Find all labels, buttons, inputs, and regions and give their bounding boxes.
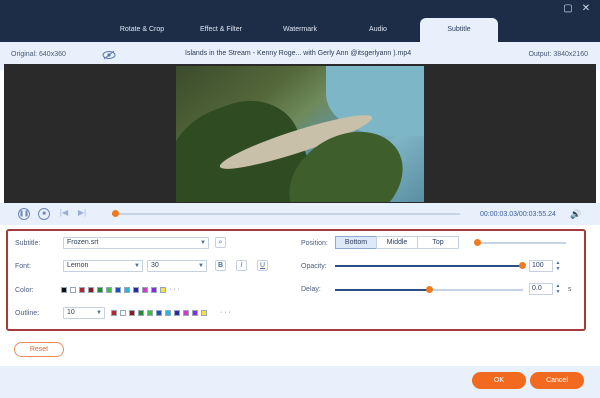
color-swatch[interactable] (106, 287, 112, 293)
subtitle-file-select[interactable]: Frozen.srt ▼ (63, 237, 209, 249)
italic-button[interactable]: I (236, 260, 247, 271)
opacity-slider-handle[interactable] (519, 262, 526, 269)
bold-button[interactable]: B (215, 260, 226, 271)
delay-unit: s (568, 286, 572, 293)
more-outline-colors-button[interactable]: · · · (220, 309, 231, 316)
next-frame-icon[interactable]: ▶| (76, 208, 88, 220)
font-label: Font: (15, 263, 31, 270)
restore-icon[interactable]: ▢ (562, 3, 574, 15)
chevron-down-icon: ▼ (200, 240, 206, 246)
subtitle-label: Subtitle: (15, 240, 41, 247)
color-swatch[interactable] (138, 310, 144, 316)
chevron-down-icon: ▼ (134, 263, 140, 269)
color-swatch[interactable] (142, 287, 148, 293)
stop-icon[interactable]: ■ (38, 208, 50, 220)
delay-stepper[interactable]: ▲ ▼ (554, 283, 562, 295)
color-swatch[interactable] (133, 287, 139, 293)
ok-button[interactable]: OK (472, 372, 526, 389)
position-slider-handle[interactable] (474, 239, 481, 246)
tab-subtitle[interactable]: Subtitle (420, 18, 498, 42)
font-size-value: 30 (151, 262, 159, 269)
playback-bar: ❚❚ ■ |◀ ▶| 00:00:03.03/00:03:55.24 🔊 (0, 203, 600, 225)
search-icon[interactable]: ⌕ (215, 237, 226, 248)
subtitle-settings-panel: Subtitle: Frozen.srt ▼ ⌕ Font: Lemon ▼ 3… (6, 229, 586, 331)
color-swatch[interactable] (124, 287, 130, 293)
position-top-button[interactable]: Top (417, 236, 459, 249)
subtitle-file-value: Frozen.srt (67, 239, 99, 246)
opacity-value-input[interactable]: 100 (529, 260, 553, 272)
timecode: 00:00:03.03/00:03:55.24 (480, 211, 556, 218)
color-swatch[interactable] (156, 310, 162, 316)
font-family-value: Lemon (67, 262, 89, 269)
color-swatch[interactable] (147, 310, 153, 316)
font-family-select[interactable]: Lemon ▼ (63, 260, 143, 272)
color-swatch[interactable] (129, 310, 135, 316)
seek-bar[interactable] (112, 213, 460, 215)
color-swatch[interactable] (88, 287, 94, 293)
delay-label: Delay: (301, 286, 321, 293)
previous-frame-icon[interactable]: |◀ (58, 208, 70, 220)
font-size-select[interactable]: 30 ▼ (147, 260, 207, 272)
color-swatch[interactable] (183, 310, 189, 316)
close-icon[interactable]: ✕ (580, 3, 592, 15)
delay-value-input[interactable]: 0.0 (529, 283, 553, 295)
opacity-slider[interactable] (335, 265, 523, 267)
chevron-down-icon: ▼ (96, 310, 102, 316)
outline-width-value: 10 (67, 309, 75, 316)
outline-width-select[interactable]: 10 ▼ (63, 307, 105, 319)
cancel-button[interactable]: Cancel (530, 372, 584, 389)
color-swatch[interactable] (160, 287, 166, 293)
color-swatch[interactable] (165, 310, 171, 316)
position-middle-button[interactable]: Middle (376, 236, 418, 249)
subtitle-editor-window: ▢ ✕ Rotate & Crop Effect & Filter Waterm… (0, 0, 600, 398)
delay-slider-right[interactable] (430, 289, 523, 291)
more-colors-button[interactable]: · · · (169, 286, 180, 293)
title-bar: ▢ ✕ Rotate & Crop Effect & Filter Waterm… (0, 0, 600, 42)
color-swatch[interactable] (61, 287, 67, 293)
color-label: Color: (15, 287, 34, 294)
color-swatch[interactable] (111, 310, 117, 316)
color-swatch[interactable] (115, 287, 121, 293)
opacity-label: Opacity: (301, 263, 327, 270)
position-slider[interactable] (476, 242, 566, 244)
underline-button[interactable]: U (257, 260, 268, 271)
color-swatch[interactable] (70, 287, 76, 293)
tab-audio[interactable]: Audio (352, 18, 404, 42)
original-resolution: Original: 640x360 (11, 51, 66, 58)
eye-slash-icon[interactable] (102, 50, 116, 60)
color-swatch[interactable] (79, 287, 85, 293)
volume-icon[interactable]: 🔊 (570, 209, 581, 219)
position-bottom-button[interactable]: Bottom (335, 236, 377, 249)
outline-label: Outline: (15, 310, 40, 317)
tab-watermark[interactable]: Watermark (270, 18, 330, 42)
output-resolution: Output: 3840x2160 (528, 51, 588, 58)
tab-rotate-crop[interactable]: Rotate & Crop (108, 18, 176, 42)
delay-slider-left[interactable] (335, 289, 430, 291)
position-label: Position: (301, 240, 328, 247)
color-swatch[interactable] (192, 310, 198, 316)
color-swatch[interactable] (120, 310, 126, 316)
seek-handle[interactable] (112, 210, 120, 217)
chevron-down-icon: ▼ (198, 263, 204, 269)
footer-bar: OK Cancel (0, 366, 600, 398)
color-swatch[interactable] (174, 310, 180, 316)
video-frame (176, 66, 424, 202)
tab-effect-filter[interactable]: Effect & Filter (186, 18, 256, 42)
opacity-stepper[interactable]: ▲ ▼ (554, 260, 562, 272)
reset-button[interactable]: Reset (14, 342, 64, 357)
file-name: Islands in the Stream - Kenny Roge... wi… (185, 50, 412, 57)
delay-slider-handle[interactable] (426, 286, 433, 293)
color-swatch[interactable] (151, 287, 157, 293)
color-swatch[interactable] (201, 310, 207, 316)
color-swatch[interactable] (97, 287, 103, 293)
pause-icon[interactable]: ❚❚ (18, 208, 30, 220)
